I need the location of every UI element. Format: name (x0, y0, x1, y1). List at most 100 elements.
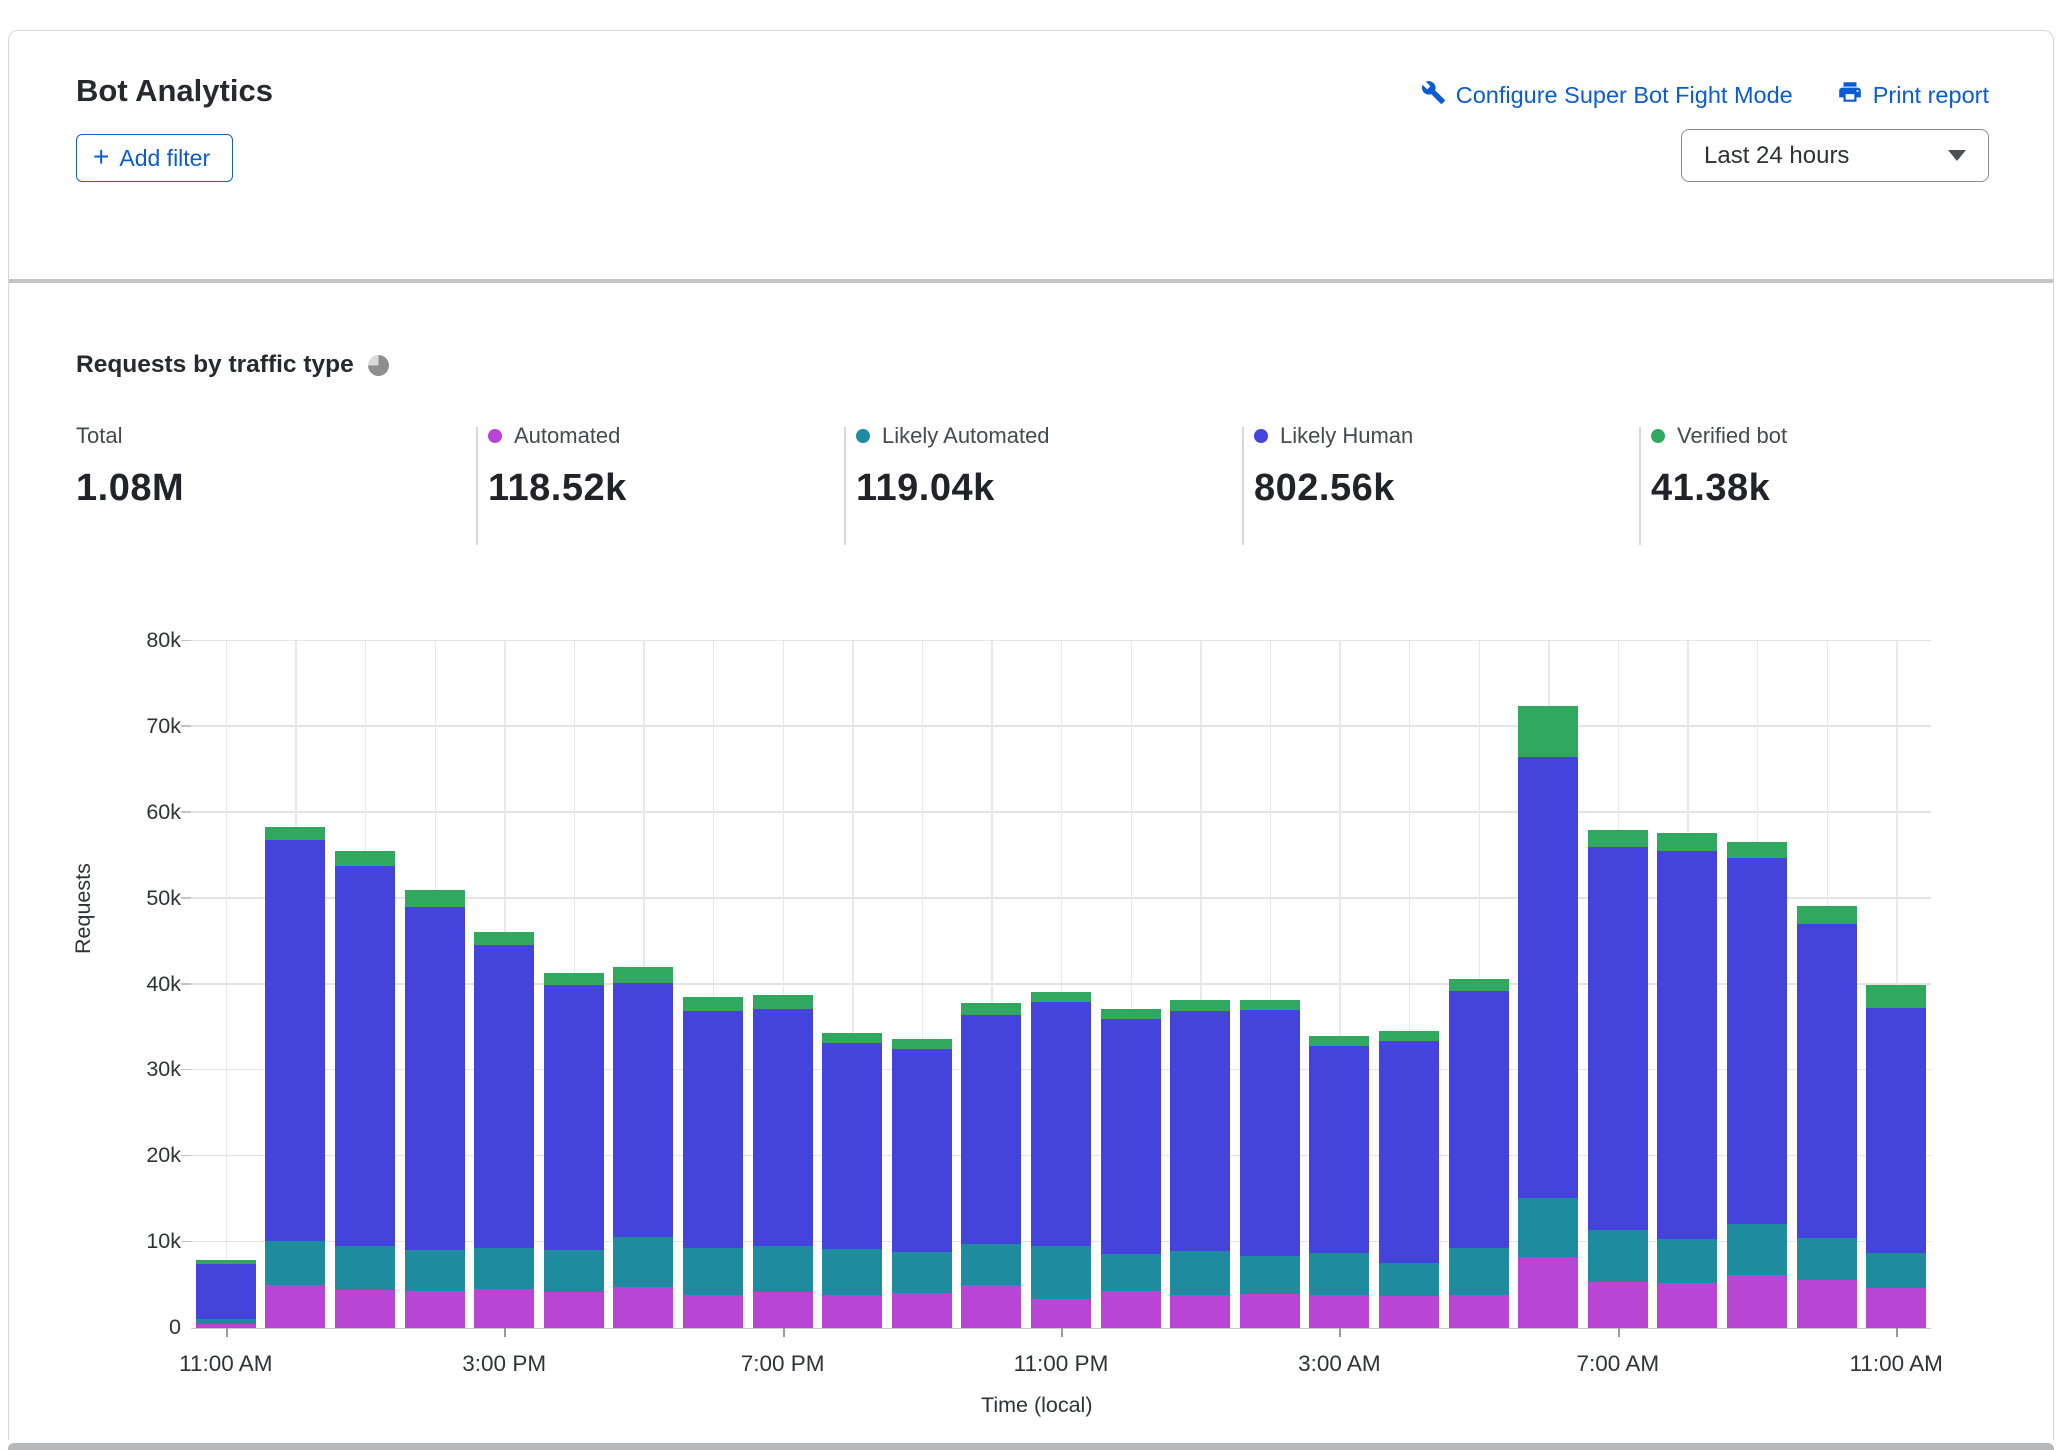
bar-segment-likely-automated[interactable] (1379, 1263, 1439, 1296)
bar-segment-verified-bot[interactable] (335, 851, 395, 866)
stacked-bar[interactable] (822, 641, 882, 1328)
stacked-bar[interactable] (1588, 641, 1648, 1328)
bar-segment-automated[interactable] (405, 1291, 465, 1328)
bar-segment-automated[interactable] (1449, 1295, 1509, 1328)
stacked-bar[interactable] (335, 641, 395, 1328)
bar-segment-automated[interactable] (961, 1285, 1021, 1328)
bar-segment-automated[interactable] (1866, 1288, 1926, 1328)
bar-segment-likely-automated[interactable] (405, 1250, 465, 1291)
bar-segment-automated[interactable] (683, 1295, 743, 1328)
bar-segment-likely-human[interactable] (544, 985, 604, 1250)
bar-segment-verified-bot[interactable] (683, 997, 743, 1011)
bar-segment-verified-bot[interactable] (961, 1003, 1021, 1014)
bar-segment-verified-bot[interactable] (753, 995, 813, 1009)
bar-segment-verified-bot[interactable] (892, 1039, 952, 1048)
configure-super-bot-fight-mode-link[interactable]: Configure Super Bot Fight Mode (1421, 80, 1793, 111)
bar-segment-automated[interactable] (544, 1292, 604, 1328)
bar-segment-automated[interactable] (1727, 1275, 1787, 1328)
bar-segment-likely-human[interactable] (196, 1264, 256, 1318)
stacked-bar[interactable] (683, 641, 743, 1328)
bar-segment-verified-bot[interactable] (1518, 706, 1578, 757)
bar-segment-likely-automated[interactable] (335, 1246, 395, 1290)
stacked-bar[interactable] (1031, 641, 1091, 1328)
stacked-bar[interactable] (1518, 641, 1578, 1328)
bar-segment-likely-human[interactable] (961, 1015, 1021, 1244)
bar-segment-automated[interactable] (753, 1292, 813, 1328)
bar-segment-verified-bot[interactable] (1240, 1000, 1300, 1010)
bar-segment-automated[interactable] (822, 1295, 882, 1328)
bar-segment-likely-human[interactable] (405, 907, 465, 1250)
bar-segment-likely-human[interactable] (1657, 851, 1717, 1238)
bar-segment-likely-automated[interactable] (265, 1241, 325, 1285)
bar-segment-verified-bot[interactable] (1588, 830, 1648, 847)
bar-segment-likely-human[interactable] (1101, 1019, 1161, 1254)
bar-segment-likely-automated[interactable] (683, 1248, 743, 1294)
bar-segment-likely-human[interactable] (1240, 1010, 1300, 1256)
bar-segment-automated[interactable] (196, 1324, 256, 1328)
bar-segment-likely-automated[interactable] (753, 1246, 813, 1292)
bar-segment-likely-human[interactable] (892, 1049, 952, 1252)
bar-segment-likely-automated[interactable] (1170, 1251, 1230, 1296)
bar-segment-likely-human[interactable] (1170, 1011, 1230, 1251)
bar-segment-likely-human[interactable] (1518, 757, 1578, 1198)
stacked-bar[interactable] (1657, 641, 1717, 1328)
stacked-bar[interactable] (961, 641, 1021, 1328)
bar-segment-likely-automated[interactable] (961, 1244, 1021, 1285)
stacked-bar[interactable] (1449, 641, 1509, 1328)
bar-segment-verified-bot[interactable] (822, 1033, 882, 1043)
stacked-bar[interactable] (613, 641, 673, 1328)
bar-segment-likely-human[interactable] (335, 866, 395, 1246)
bar-segment-automated[interactable] (1170, 1295, 1230, 1328)
bar-segment-verified-bot[interactable] (1657, 833, 1717, 851)
bar-segment-likely-human[interactable] (613, 983, 673, 1237)
bar-segment-likely-human[interactable] (1866, 1008, 1926, 1253)
stacked-bar[interactable] (1170, 641, 1230, 1328)
bar-segment-likely-automated[interactable] (1727, 1224, 1787, 1275)
bar-segment-likely-automated[interactable] (544, 1250, 604, 1292)
bar-segment-verified-bot[interactable] (1379, 1031, 1439, 1041)
bar-segment-likely-human[interactable] (1727, 858, 1787, 1224)
bar-segment-likely-automated[interactable] (1031, 1246, 1091, 1298)
bar-segment-verified-bot[interactable] (265, 827, 325, 841)
stacked-bar[interactable] (196, 641, 256, 1328)
bar-segment-likely-human[interactable] (1797, 924, 1857, 1237)
bar-segment-automated[interactable] (1518, 1257, 1578, 1328)
bar-segment-verified-bot[interactable] (613, 967, 673, 982)
bar-segment-likely-automated[interactable] (1866, 1253, 1926, 1288)
bar-segment-automated[interactable] (1657, 1283, 1717, 1328)
bar-segment-automated[interactable] (1240, 1294, 1300, 1328)
bar-segment-likely-human[interactable] (1588, 847, 1648, 1230)
bar-segment-likely-automated[interactable] (1449, 1248, 1509, 1294)
bar-segment-automated[interactable] (265, 1285, 325, 1328)
bar-segment-verified-bot[interactable] (1031, 992, 1091, 1001)
bar-segment-automated[interactable] (1031, 1299, 1091, 1328)
bar-segment-likely-automated[interactable] (1101, 1254, 1161, 1291)
bar-segment-likely-human[interactable] (1379, 1041, 1439, 1263)
bar-segment-automated[interactable] (1379, 1296, 1439, 1328)
bar-segment-automated[interactable] (1588, 1282, 1648, 1328)
bar-segment-likely-automated[interactable] (822, 1249, 882, 1295)
stacked-bar[interactable] (1240, 641, 1300, 1328)
bar-segment-likely-automated[interactable] (1588, 1230, 1648, 1282)
stacked-bar[interactable] (1797, 641, 1857, 1328)
bar-segment-automated[interactable] (613, 1287, 673, 1328)
bar-segment-likely-automated[interactable] (1518, 1198, 1578, 1256)
print-report-link[interactable]: Print report (1837, 79, 1989, 111)
stacked-bar[interactable] (1866, 641, 1926, 1328)
bar-segment-verified-bot[interactable] (474, 932, 534, 945)
add-filter-button[interactable]: + Add filter (76, 134, 233, 182)
bar-segment-verified-bot[interactable] (544, 973, 604, 986)
stacked-bar[interactable] (1101, 641, 1161, 1328)
bar-segment-likely-human[interactable] (474, 945, 534, 1248)
bar-segment-verified-bot[interactable] (1309, 1036, 1369, 1045)
time-range-select[interactable]: Last 24 hours (1681, 129, 1989, 182)
bar-segment-verified-bot[interactable] (1101, 1009, 1161, 1018)
bar-segment-likely-automated[interactable] (1240, 1256, 1300, 1294)
bar-segment-automated[interactable] (474, 1289, 534, 1329)
bar-segment-verified-bot[interactable] (1797, 906, 1857, 924)
bar-segment-automated[interactable] (1101, 1291, 1161, 1328)
bar-segment-likely-human[interactable] (753, 1009, 813, 1246)
bar-segment-verified-bot[interactable] (1727, 842, 1787, 858)
stacked-bar[interactable] (544, 641, 604, 1328)
bar-segment-likely-automated[interactable] (613, 1237, 673, 1287)
